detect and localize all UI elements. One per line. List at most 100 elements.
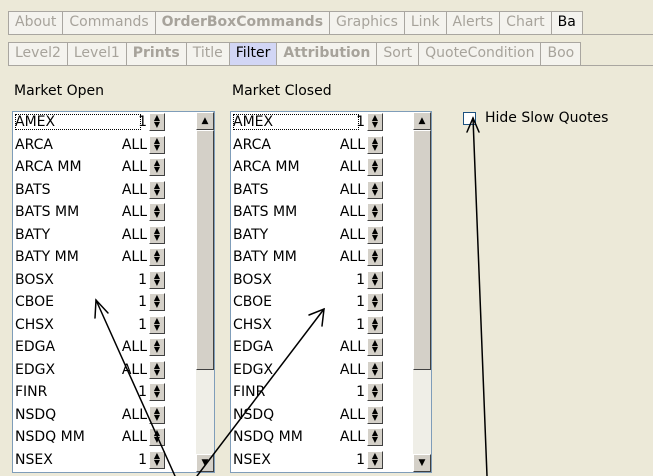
subtab-attribution[interactable]: Attribution [276, 42, 378, 65]
value-spinner[interactable]: ▲ ▼ [367, 270, 383, 289]
value-spinner[interactable]: ▲ ▼ [149, 383, 165, 401]
spin-down-icon[interactable]: ▼ [368, 368, 382, 376]
exchange-row[interactable]: CHSX 1 ▲ ▼ [233, 315, 383, 334]
exchange-row[interactable]: AMEX 1 ▲ ▼ [15, 113, 165, 131]
tab-commands[interactable]: Commands [62, 11, 156, 34]
spin-down-icon[interactable]: ▼ [150, 301, 164, 309]
scroll-up-icon[interactable]: ▲ [196, 112, 214, 130]
exchange-row[interactable]: BATY ALL ▲ ▼ [233, 225, 383, 244]
spin-down-icon[interactable]: ▼ [368, 278, 382, 286]
tab-alerts[interactable]: Alerts [445, 11, 501, 34]
value-spinner[interactable]: ▲ ▼ [149, 270, 165, 289]
value-spinner[interactable]: ▲ ▼ [367, 180, 383, 199]
spin-down-icon[interactable]: ▼ [368, 121, 382, 129]
exchange-row[interactable]: NSEX 1 ▲ ▼ [15, 450, 165, 469]
exchange-row[interactable]: ARCA ALL ▲ ▼ [15, 135, 165, 154]
value-spinner[interactable]: ▲ ▼ [367, 293, 383, 311]
subtab-boo[interactable]: Boo [540, 42, 582, 65]
spin-down-icon[interactable]: ▼ [368, 211, 382, 219]
spin-down-icon[interactable]: ▼ [368, 346, 382, 354]
spin-down-icon[interactable]: ▼ [150, 458, 164, 466]
spin-down-icon[interactable]: ▼ [368, 323, 382, 331]
value-spinner[interactable]: ▲ ▼ [367, 405, 383, 424]
tab-about[interactable]: About [8, 11, 64, 34]
value-spinner[interactable]: ▲ ▼ [149, 180, 165, 199]
exchange-row[interactable]: FINR 1 ▲ ▼ [233, 383, 383, 401]
hide-slow-quotes-option[interactable]: Hide Slow Quotes [463, 110, 608, 126]
spin-down-icon[interactable]: ▼ [150, 143, 164, 151]
exchange-row[interactable]: BATS MM ALL ▲ ▼ [233, 203, 383, 221]
exchange-row[interactable]: BATY MM ALL ▲ ▼ [15, 248, 165, 266]
exchange-row[interactable]: NSEX 1 ▲ ▼ [233, 450, 383, 469]
exchange-row[interactable]: EDGA ALL ▲ ▼ [15, 338, 165, 356]
spin-down-icon[interactable]: ▼ [150, 188, 164, 196]
exchange-row[interactable]: CBOE 1 ▲ ▼ [15, 293, 165, 311]
spin-down-icon[interactable]: ▼ [368, 233, 382, 241]
value-spinner[interactable]: ▲ ▼ [367, 428, 383, 446]
exchange-row[interactable]: BOSX 1 ▲ ▼ [233, 270, 383, 289]
spin-down-icon[interactable]: ▼ [150, 233, 164, 241]
exchange-row[interactable]: NSDQ MM ALL ▲ ▼ [233, 428, 383, 446]
exchange-row[interactable]: NSDQ ALL ▲ ▼ [15, 405, 165, 424]
tab-ba[interactable]: Ba [550, 11, 583, 34]
subtab-filter[interactable]: Filter [228, 42, 278, 65]
value-spinner[interactable]: ▲ ▼ [149, 113, 165, 131]
tab-graphics[interactable]: Graphics [329, 11, 405, 34]
exchange-row[interactable]: BATS ALL ▲ ▼ [233, 180, 383, 199]
spin-down-icon[interactable]: ▼ [150, 436, 164, 444]
spin-down-icon[interactable]: ▼ [368, 436, 382, 444]
exchange-row[interactable]: ARCA ALL ▲ ▼ [233, 135, 383, 154]
subtab-title[interactable]: Title [185, 42, 230, 65]
exchange-row[interactable]: ARCA MM ALL ▲ ▼ [233, 158, 383, 176]
exchange-row[interactable]: CHSX 1 ▲ ▼ [15, 315, 165, 334]
exchange-row[interactable]: BATY MM ALL ▲ ▼ [233, 248, 383, 266]
tab-chart[interactable]: Chart [499, 11, 552, 34]
exchange-row[interactable]: EDGX ALL ▲ ▼ [15, 360, 165, 379]
value-spinner[interactable]: ▲ ▼ [367, 338, 383, 356]
value-spinner[interactable]: ▲ ▼ [367, 158, 383, 176]
market-open-list[interactable]: AMEX 1 ▲ ▼ ARCA ALL ▲ ▼ ARCA MM ALL ▲ ▼ BATS ALL ▲ ▼ BAT… [12, 111, 215, 473]
spin-down-icon[interactable]: ▼ [150, 166, 164, 174]
subtab-level1[interactable]: Level1 [66, 42, 127, 65]
scroll-up-icon[interactable]: ▲ [413, 112, 431, 130]
value-spinner[interactable]: ▲ ▼ [367, 383, 383, 401]
spin-down-icon[interactable]: ▼ [150, 391, 164, 399]
scroll-thumb[interactable] [413, 130, 431, 370]
exchange-row[interactable]: EDGA ALL ▲ ▼ [233, 338, 383, 356]
list-scrollbar[interactable]: ▲ ▼ [196, 112, 214, 472]
value-spinner[interactable]: ▲ ▼ [149, 450, 165, 469]
exchange-row[interactable]: AMEX 1 ▲ ▼ [233, 113, 383, 131]
exchange-row[interactable]: BATS ALL ▲ ▼ [15, 180, 165, 199]
spin-down-icon[interactable]: ▼ [368, 413, 382, 421]
spin-down-icon[interactable]: ▼ [368, 391, 382, 399]
market-closed-list[interactable]: AMEX 1 ▲ ▼ ARCA ALL ▲ ▼ ARCA MM ALL ▲ ▼ BATS ALL ▲ ▼ BAT… [230, 111, 432, 473]
spin-down-icon[interactable]: ▼ [150, 413, 164, 421]
value-spinner[interactable]: ▲ ▼ [149, 248, 165, 266]
exchange-row[interactable]: BOSX 1 ▲ ▼ [15, 270, 165, 289]
value-spinner[interactable]: ▲ ▼ [149, 360, 165, 379]
value-spinner[interactable]: ▲ ▼ [149, 315, 165, 334]
subtab-sort[interactable]: Sort [376, 42, 420, 65]
value-spinner[interactable]: ▲ ▼ [149, 338, 165, 356]
tab-link[interactable]: Link [403, 11, 447, 34]
exchange-row[interactable]: NSDQ MM ALL ▲ ▼ [15, 428, 165, 446]
exchange-row[interactable]: EDGX ALL ▲ ▼ [233, 360, 383, 379]
list-scrollbar[interactable]: ▲ ▼ [413, 112, 431, 472]
value-spinner[interactable]: ▲ ▼ [149, 158, 165, 176]
value-spinner[interactable]: ▲ ▼ [149, 135, 165, 154]
value-spinner[interactable]: ▲ ▼ [149, 428, 165, 446]
exchange-row[interactable]: CBOE 1 ▲ ▼ [233, 293, 383, 311]
spin-down-icon[interactable]: ▼ [150, 346, 164, 354]
spin-down-icon[interactable]: ▼ [150, 121, 164, 129]
value-spinner[interactable]: ▲ ▼ [149, 203, 165, 221]
spin-down-icon[interactable]: ▼ [368, 301, 382, 309]
exchange-row[interactable]: BATS MM ALL ▲ ▼ [15, 203, 165, 221]
value-spinner[interactable]: ▲ ▼ [149, 293, 165, 311]
spin-down-icon[interactable]: ▼ [150, 278, 164, 286]
spin-down-icon[interactable]: ▼ [368, 143, 382, 151]
value-spinner[interactable]: ▲ ▼ [367, 248, 383, 266]
spin-down-icon[interactable]: ▼ [150, 368, 164, 376]
spin-down-icon[interactable]: ▼ [368, 166, 382, 174]
value-spinner[interactable]: ▲ ▼ [367, 113, 383, 131]
hide-slow-quotes-checkbox[interactable] [463, 111, 476, 125]
